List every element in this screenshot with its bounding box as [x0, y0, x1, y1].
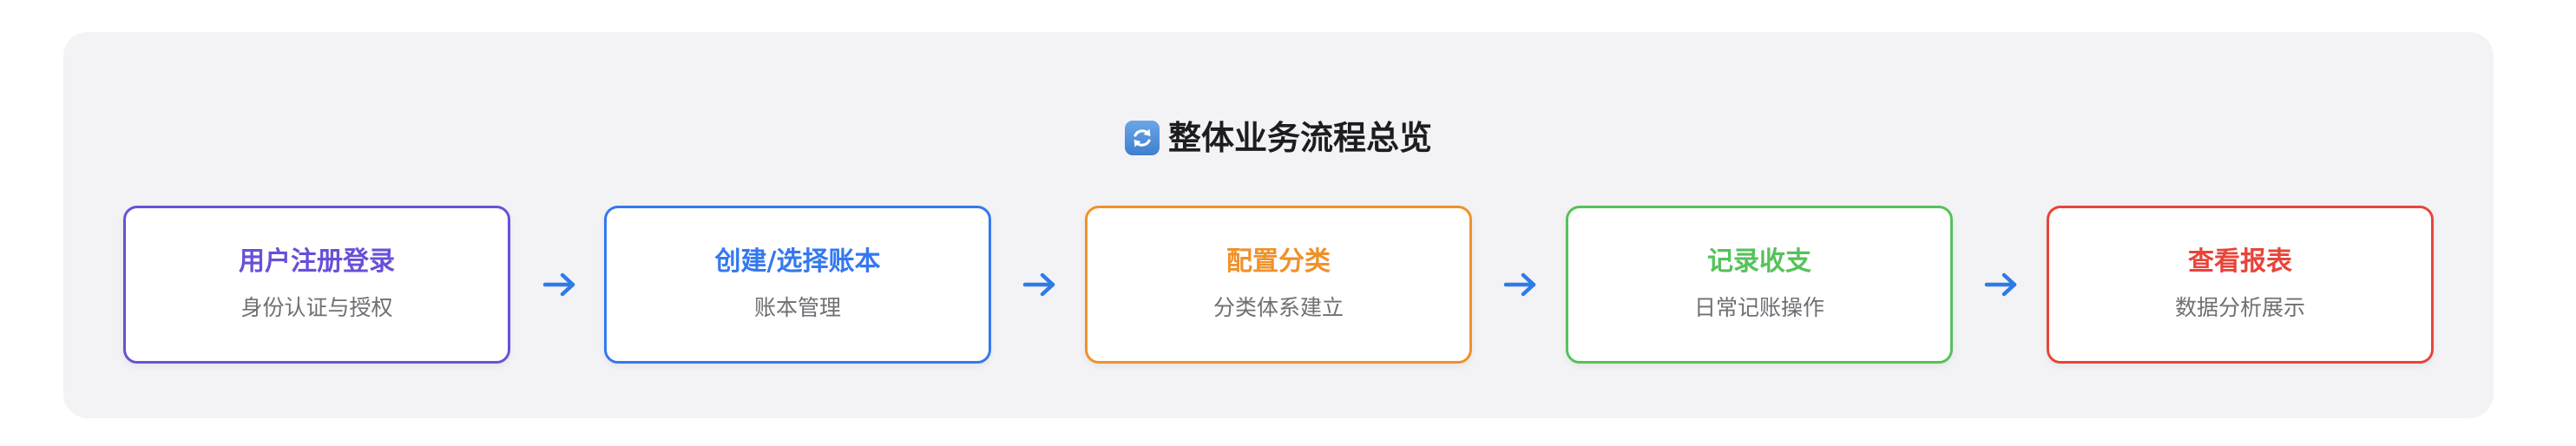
refresh-cycle-icon [1124, 121, 1160, 155]
step-subtitle: 日常记账操作 [1693, 295, 1824, 320]
step-select-ledger: 创建/选择账本 账本管理 [604, 206, 991, 364]
step-subtitle: 分类体系建立 [1212, 295, 1344, 320]
arrow-right-icon [1984, 272, 2017, 297]
step-subtitle: 身份认证与授权 [240, 295, 393, 320]
step-subtitle: 账本管理 [753, 295, 841, 320]
step-title: 创建/选择账本 [714, 246, 881, 277]
step-user-login: 用户注册登录 身份认证与授权 [123, 206, 510, 364]
step-title: 配置分类 [1226, 246, 1331, 277]
step-title: 记录收支 [1707, 246, 1811, 277]
step-record-transactions: 记录收支 日常记账操作 [1566, 206, 1953, 364]
process-flow: 用户注册登录 身份认证与授权 创建/选择账本 账本管理 配置分类 分类体系建立 … [63, 206, 2494, 367]
step-title: 查看报表 [2188, 246, 2292, 277]
step-configure-categories: 配置分类 分类体系建立 [1085, 206, 1472, 364]
step-title: 用户注册登录 [239, 246, 395, 277]
diagram-title-text: 整体业务流程总览 [1167, 119, 1432, 157]
arrow-right-icon [1503, 272, 1536, 297]
flow-overview-panel: 整体业务流程总览 用户注册登录 身份认证与授权 创建/选择账本 账本管理 配置分… [63, 32, 2494, 418]
diagram-title: 整体业务流程总览 [63, 112, 2494, 164]
step-subtitle: 数据分析展示 [2174, 295, 2305, 320]
arrow-right-icon [1022, 272, 1055, 297]
step-view-reports: 查看报表 数据分析展示 [2047, 206, 2434, 364]
arrow-right-icon [542, 272, 575, 297]
